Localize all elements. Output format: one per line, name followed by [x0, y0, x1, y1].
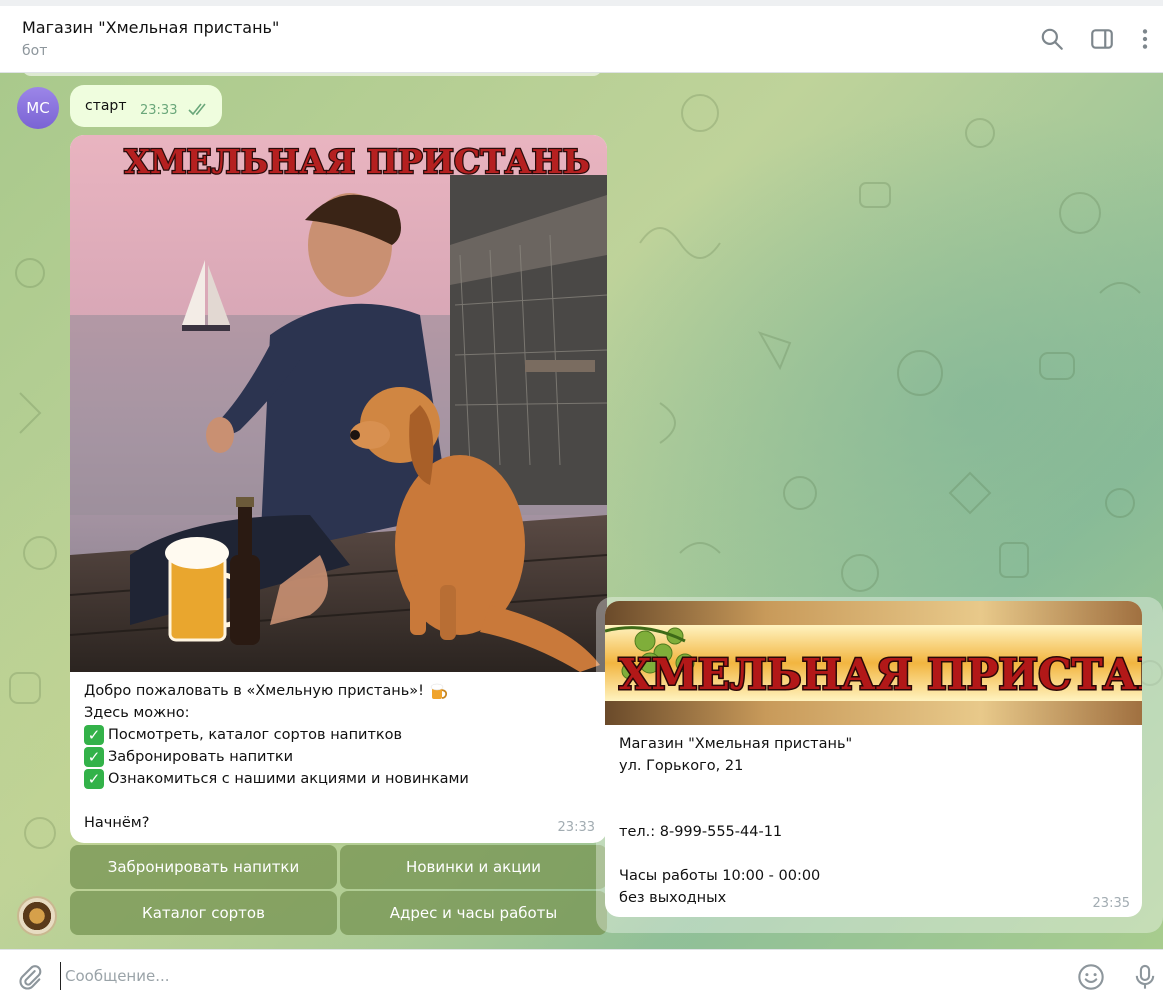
welcome-line-3: Посмотреть, каталог сортов напитков [108, 727, 403, 743]
welcome-line-booking: ✓ Забронировать напитки [84, 746, 594, 768]
outgoing-message[interactable]: старт 23:33 [70, 85, 222, 127]
chat-area[interactable]: МС старт 23:33 ХМЕЛЬНАЯ ПРИСТАНЬ Добро п… [0, 73, 1163, 949]
previous-message-edge [22, 73, 602, 76]
store-banner-title: ХМЕЛЬНАЯ ПРИСТАНЬ [619, 650, 1142, 699]
info-line-days: без выходных [619, 890, 727, 906]
bot-avatar[interactable] [17, 896, 57, 936]
info-line-4 [619, 799, 1129, 821]
welcome-line-7: Начнём? [84, 815, 150, 831]
welcome-line-4: Забронировать напитки [108, 749, 294, 765]
outgoing-message-time: 23:33 [140, 103, 178, 118]
news-and-promos-button[interactable]: Новинки и акции [340, 845, 607, 889]
microphone-icon[interactable] [1131, 963, 1159, 991]
beer-mug-icon [430, 683, 447, 699]
welcome-line-greeting: Добро пожаловать в «Хмельную пристань»! [84, 680, 594, 702]
store-info-message[interactable]: ХМЕЛЬНАЯ ПРИСТАНЬ Магазин "Хмельная прис… [605, 601, 1142, 917]
message-composer [0, 949, 1163, 1000]
store-info-time: 23:35 [1092, 896, 1130, 911]
welcome-line-6 [84, 790, 594, 812]
check-mark-icon: ✓ [84, 725, 104, 745]
chat-subtitle: бот [22, 43, 48, 59]
welcome-line-5: Ознакомиться с нашими акциями и новинкам… [108, 771, 469, 787]
read-checks-icon [188, 103, 206, 116]
welcome-photo[interactable]: ХМЕЛЬНАЯ ПРИСТАНЬ [70, 135, 607, 672]
welcome-message-text: Добро пожаловать в «Хмельную пристань»! … [84, 680, 594, 834]
more-vertical-icon[interactable] [1132, 26, 1158, 52]
welcome-line-promo: ✓ Ознакомиться с нашими акциями и новинк… [84, 768, 594, 790]
welcome-line-1: Добро пожаловать в «Хмельную пристань»! [84, 683, 424, 699]
store-banner-image[interactable]: ХМЕЛЬНАЯ ПРИСТАНЬ [605, 601, 1142, 725]
check-mark-icon: ✓ [84, 769, 104, 789]
welcome-message-time: 23:33 [557, 820, 595, 835]
search-icon[interactable] [1039, 26, 1065, 52]
info-line-2: ул. Горького, 21 [619, 758, 744, 774]
info-line-6 [619, 843, 1129, 865]
outgoing-message-text: старт [85, 98, 127, 114]
emoji-icon[interactable] [1077, 963, 1105, 991]
store-info-text: Магазин "Хмельная пристань" ул. Горького… [619, 733, 1129, 909]
welcome-line-2: Здесь можно: [84, 705, 190, 721]
welcome-line-catalog: ✓ Посмотреть, каталог сортов напитков [84, 724, 594, 746]
welcome-photo-title: ХМЕЛЬНАЯ ПРИСТАНЬ [124, 142, 590, 181]
paperclip-icon[interactable] [16, 963, 44, 991]
address-hours-button[interactable]: Адрес и часы работы [340, 891, 607, 935]
message-input[interactable] [60, 962, 1040, 990]
chat-header: Магазин "Хмельная пристань" бот [0, 6, 1163, 73]
check-mark-icon: ✓ [84, 747, 104, 767]
info-line-hours: Часы работы 10:00 - 00:00 [619, 868, 821, 884]
chat-title[interactable]: Магазин "Хмельная пристань" [22, 18, 279, 37]
info-line-1: Магазин "Хмельная пристань" [619, 736, 853, 752]
sidebar-toggle-icon[interactable] [1089, 26, 1115, 52]
user-avatar[interactable]: МС [17, 87, 59, 129]
info-line-3 [619, 777, 1129, 799]
info-line-phone[interactable]: тел.: 8-999-555-44-11 [619, 821, 1129, 843]
catalog-button[interactable]: Каталог сортов [70, 891, 337, 935]
book-drinks-button[interactable]: Забронировать напитки [70, 845, 337, 889]
welcome-message[interactable]: ХМЕЛЬНАЯ ПРИСТАНЬ Добро пожаловать в «Хм… [70, 135, 607, 843]
